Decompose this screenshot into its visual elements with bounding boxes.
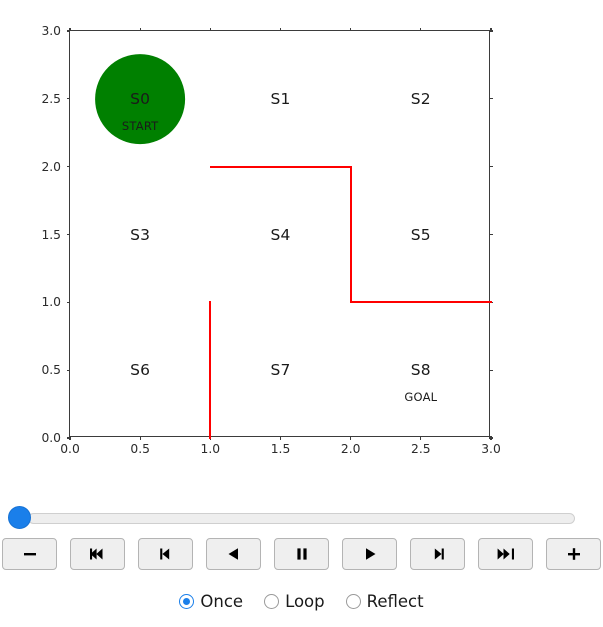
state-label-s5: S5 (410, 225, 431, 244)
y-tick-label: 1.5 (41, 227, 61, 242)
x-tick-label: 2.0 (340, 442, 361, 456)
radio-reflect-indicator[interactable] (345, 594, 361, 609)
play-forward-button[interactable] (342, 538, 397, 570)
x-tick-label: 2.5 (411, 442, 431, 456)
state-label-s2: S2 (410, 89, 431, 108)
x-tick-mark (139, 436, 141, 440)
plot-area: 0.0 0.5 1.0 1.5 2.0 2.5 3.0 0.0 0.5 1.0 1.5 2.0 2.5 3… (41, 24, 500, 456)
step-back-button[interactable] (138, 538, 193, 570)
radio-once-indicator[interactable] (179, 594, 195, 609)
agent-label: S0 (130, 89, 151, 108)
loop-mode-reflect[interactable]: Reflect (345, 592, 424, 611)
minus-icon (20, 546, 40, 562)
step-backward-icon (156, 546, 176, 562)
wall-segment (210, 165, 352, 168)
x-tick-mark (279, 436, 282, 440)
step-forward-button[interactable] (410, 538, 465, 570)
y-tick-label: 3.0 (41, 24, 61, 38)
loop-mode-label-reflect: Reflect (366, 592, 424, 611)
y-tick-mark (66, 301, 70, 303)
x-tick-mark-top (420, 27, 422, 31)
y-tick-label: 2.5 (41, 91, 61, 106)
y-tick-mark (66, 98, 70, 100)
state-label-s8: S8 (410, 361, 431, 380)
y-tick-label: 1.0 (41, 295, 61, 310)
y-tick-mark (66, 437, 70, 439)
animation-controls: Once Loop Reflect (0, 480, 603, 627)
y-tick-label: 0.0 (41, 431, 61, 445)
loop-mode-once[interactable]: Once (179, 592, 243, 611)
y-tick-label: 0.5 (41, 363, 61, 378)
frame-slider[interactable] (8, 506, 575, 530)
animation-widget: 0.0 0.5 1.0 1.5 2.0 2.5 3.0 0.0 0.5 1.0 1.5 2.0 2.5 3… (0, 0, 603, 627)
x-tick-mark (350, 436, 352, 440)
matplotlib-figure: 0.0 0.5 1.0 1.5 2.0 2.5 3.0 0.0 0.5 1.0 1.5 2.0 2.5 3… (0, 0, 603, 480)
plus-icon (564, 546, 584, 562)
x-tick-mark-top (209, 27, 211, 31)
y-tick-mark-right (489, 233, 493, 236)
y-tick-mark (66, 233, 70, 236)
x-tick-label: 1.0 (200, 442, 221, 456)
radio-loop-indicator[interactable] (264, 594, 280, 609)
wall-segment (350, 301, 493, 304)
rewind-to-start-button[interactable] (70, 538, 125, 570)
loop-mode-radio-group: Once Loop Reflect (0, 592, 603, 611)
decrease-speed-button[interactable] (2, 538, 57, 570)
y-tick-mark (66, 30, 70, 32)
x-tick-mark-top (139, 27, 141, 31)
y-tick-mark-right (489, 437, 493, 439)
y-tick-mark-right (489, 98, 493, 100)
increase-speed-button[interactable] (546, 538, 601, 570)
x-tick-label: 1.5 (270, 442, 291, 456)
state-label-s6: S6 (130, 361, 151, 380)
step-forward-icon (428, 546, 448, 562)
skip-to-end-button[interactable] (478, 538, 533, 570)
x-tick-mark-top (350, 27, 352, 31)
state-label-s7: S7 (270, 361, 291, 380)
transport-button-row (0, 538, 603, 570)
x-tick-mark-top (279, 27, 282, 31)
x-tick-label: 3.0 (481, 442, 501, 456)
state-label-s3: S3 (130, 225, 151, 244)
x-tick-label: 0.5 (130, 442, 150, 456)
frame-slider-track[interactable] (28, 513, 575, 524)
skip-to-start-icon (88, 546, 108, 562)
pause-icon (292, 546, 312, 562)
state-sublabel-s8: GOAL (404, 390, 438, 405)
y-tick-label: 2.0 (41, 159, 61, 174)
y-tick-mark (66, 369, 70, 371)
grid-world-axes: 0.0 0.5 1.0 1.5 2.0 2.5 3.0 0.0 0.5 1.0 1.5 2.0 2.5 3… (41, 24, 500, 456)
skip-to-end-icon (496, 546, 516, 562)
wall-segment (349, 165, 352, 304)
y-tick-mark-right (489, 166, 493, 168)
play-backward-button[interactable] (206, 538, 261, 570)
state-label-s4: S4 (270, 225, 291, 244)
y-tick-mark-right (489, 30, 493, 32)
state-label-s1: S1 (270, 89, 291, 108)
pause-button[interactable] (274, 538, 329, 570)
loop-mode-loop[interactable]: Loop (264, 592, 325, 611)
x-tick-mark (420, 436, 422, 440)
y-tick-mark (66, 166, 70, 168)
wall-segment (209, 301, 212, 440)
play-backward-icon (224, 546, 244, 562)
play-forward-icon (360, 546, 380, 562)
y-tick-mark-right (489, 369, 493, 371)
loop-mode-label-loop: Loop (285, 592, 325, 611)
agent-sublabel: START (121, 118, 159, 133)
loop-mode-label-once: Once (200, 592, 244, 611)
frame-slider-handle[interactable] (8, 506, 31, 529)
x-tick-label: 0.0 (60, 442, 80, 456)
